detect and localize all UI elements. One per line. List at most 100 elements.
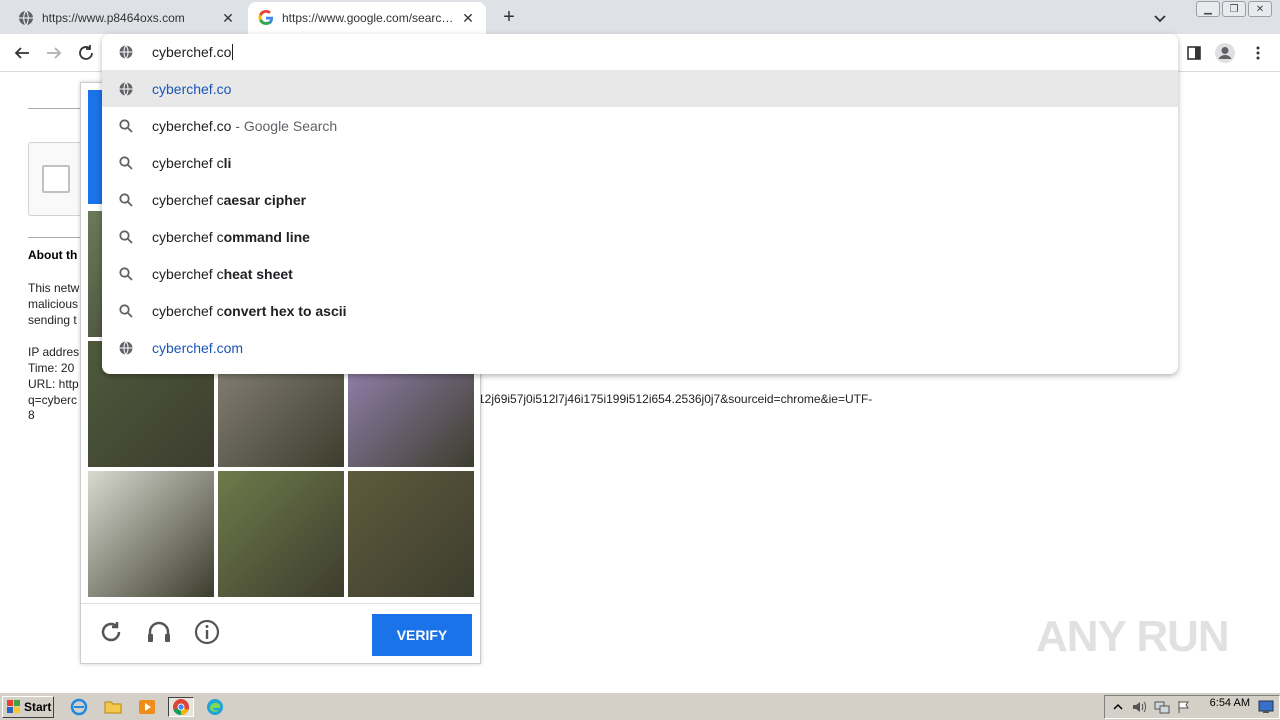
omnibox-suggestion[interactable]: cyberchef cheat sheet — [102, 255, 1178, 292]
tab-google-search[interactable]: https://www.google.com/search?q= ✕ — [248, 2, 486, 34]
omnibox-suggestion[interactable]: cyberchef.co - Google Search — [102, 107, 1178, 144]
arrow-left-icon — [14, 47, 29, 59]
chrome-taskbar-button[interactable] — [168, 697, 194, 717]
tab-title: https://www.p8464oxs.com — [42, 11, 185, 25]
start-button[interactable]: Start — [2, 696, 54, 718]
reload-icon[interactable] — [97, 618, 125, 646]
explorer-taskbar-button[interactable] — [102, 697, 124, 717]
ie-taskbar-button[interactable] — [68, 697, 90, 717]
suggestion-text: cyberchef.com — [152, 340, 243, 356]
tab-strip: https://www.p8464oxs.com ✕ https://www.g… — [0, 0, 1280, 34]
suggestion-text: cyberchef convert hex to ascii — [152, 303, 347, 319]
new-tab-button[interactable]: + — [498, 6, 520, 28]
omnibox-suggestion[interactable]: cyberchef caesar cipher — [102, 181, 1178, 218]
url-tail: 12j69i57j0i512l7j46i175i199i512i654.2536… — [478, 392, 873, 406]
omnibox-suggestion[interactable]: cyberchef.com — [102, 329, 1178, 366]
globe-icon — [119, 81, 133, 96]
action-center-icon[interactable] — [1175, 699, 1193, 715]
text-line: URL: http — [28, 377, 79, 391]
suggestion-typed: cyberchef.co — [152, 117, 232, 134]
text-line: sending t — [28, 313, 77, 327]
omnibox-dropdown: cyberchef.co cyberchef.co cyberchef.co - … — [102, 34, 1178, 374]
chevron-up-icon — [1113, 703, 1123, 710]
menu-button[interactable] — [1247, 42, 1269, 64]
back-button[interactable] — [11, 42, 33, 64]
suggestion-text: cyberchef command line — [152, 229, 310, 245]
omnibox-suggestion[interactable]: cyberchef command line — [102, 218, 1178, 255]
verify-button[interactable]: VERIFY — [372, 614, 472, 656]
chrome-icon — [173, 699, 189, 716]
side-panel-icon — [1187, 46, 1201, 60]
suggestion-completion: heat sheet — [223, 265, 293, 282]
suggestion-completion: aesar cipher — [223, 191, 307, 208]
about-paragraph: This netw malicious sending t — [28, 280, 82, 328]
omnibox-suggestion[interactable]: cyberchef.co — [102, 70, 1178, 107]
volume-icon[interactable] — [1131, 699, 1149, 715]
search-icon — [119, 229, 133, 244]
text-line: This netw — [28, 281, 80, 295]
address-bar[interactable]: cyberchef.co — [102, 34, 1178, 70]
tab-title: https://www.google.com/search?q= — [282, 11, 454, 25]
search-icon — [119, 192, 133, 207]
folder-icon — [104, 701, 122, 714]
side-panel-button[interactable] — [1183, 42, 1205, 64]
address-input[interactable]: cyberchef.co — [152, 44, 231, 60]
globe-icon — [19, 10, 33, 26]
text-line: IP addres — [28, 345, 80, 359]
windows-logo-icon — [7, 700, 20, 713]
omnibox-suggestion[interactable]: cyberchef cli — [102, 144, 1178, 181]
avatar-icon — [1215, 43, 1235, 63]
captcha-tile-7[interactable] — [88, 471, 214, 597]
suggestion-suffix: - Google Search — [231, 117, 338, 134]
edge-taskbar-button[interactable] — [204, 697, 226, 717]
omnibox-suggestion[interactable]: cyberchef convert hex to ascii — [102, 292, 1178, 329]
taskbar: Start 6:54 AM — [0, 692, 1280, 720]
reload-button[interactable] — [75, 42, 97, 64]
restore-button[interactable]: ❐ — [1222, 1, 1246, 17]
media-player-icon — [139, 700, 155, 714]
edge-icon — [207, 699, 223, 715]
search-icon — [119, 303, 133, 318]
close-icon[interactable]: ✕ — [460, 10, 476, 26]
search-icon — [119, 155, 133, 170]
text-line: q=cyberc — [28, 393, 78, 407]
arrow-right-icon — [47, 47, 62, 59]
forward-button[interactable] — [43, 42, 65, 64]
start-label: Start — [24, 700, 52, 714]
anyrun-watermark: ANY RUN — [1036, 612, 1230, 661]
tray-expand-icon[interactable] — [1109, 699, 1127, 715]
minimize-button[interactable]: ▁ — [1196, 1, 1220, 17]
captcha-tile-8[interactable] — [218, 471, 344, 597]
speaker-icon — [1133, 701, 1146, 713]
clock: 6:54 AM — [1209, 697, 1250, 709]
recaptcha-checkbox[interactable] — [42, 165, 70, 193]
captcha-footer: VERIFY — [81, 603, 480, 663]
media-player-taskbar-button[interactable] — [136, 697, 158, 717]
suggestion-completion: li — [223, 154, 232, 171]
close-window-button[interactable]: ✕ — [1248, 1, 1272, 17]
suggestion-text: cyberchef cheat sheet — [152, 266, 293, 282]
desktop-icon — [1258, 700, 1274, 713]
url-end: 8 — [28, 408, 35, 422]
captcha-tile-9[interactable] — [348, 471, 474, 597]
search-icon — [119, 266, 133, 281]
system-tray — [1104, 695, 1280, 719]
headphones-icon[interactable] — [145, 618, 173, 646]
suggestion-typed: cyberchef c — [152, 191, 224, 208]
chevron-down-icon[interactable] — [1150, 8, 1170, 28]
suggestion-list: cyberchef.co cyberchef.co - Google Search… — [102, 70, 1178, 366]
info-icon[interactable] — [193, 618, 221, 646]
search-icon — [119, 118, 133, 133]
text-line: Time: 20 — [28, 361, 75, 375]
profile-button[interactable] — [1214, 42, 1236, 64]
close-icon[interactable]: ✕ — [220, 10, 236, 26]
suggestion-typed: cyberchef c — [152, 154, 224, 171]
suggestion-typed: cyberchef.co — [152, 80, 232, 97]
globe-icon — [119, 340, 133, 355]
network-icon[interactable] — [1153, 699, 1171, 715]
divider — [28, 237, 80, 238]
suggestion-typed: cyberchef.co — [152, 339, 232, 356]
tab-p8464oxs[interactable]: https://www.p8464oxs.com ✕ — [8, 2, 246, 34]
suggestion-completion: ommand line — [223, 228, 310, 245]
show-desktop-icon[interactable] — [1257, 699, 1275, 715]
